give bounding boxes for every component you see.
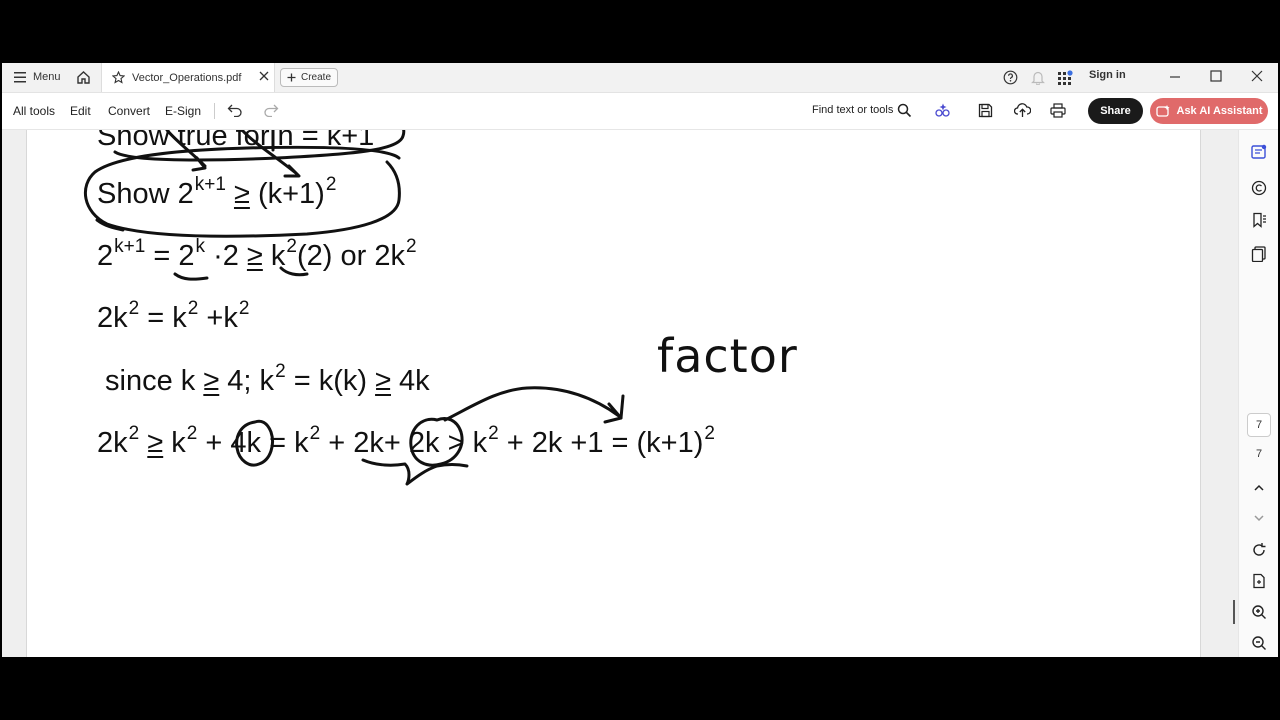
home-icon [77, 71, 90, 84]
tab-bar: Menu Vector_Operations.pdf Create Sign i… [2, 63, 1278, 93]
create-button[interactable]: Create [280, 68, 338, 87]
upload-button[interactable] [1014, 102, 1031, 118]
fit-page-icon[interactable] [1251, 573, 1267, 589]
ink-circle-4k [235, 419, 274, 467]
page-count: 7 [1255, 448, 1263, 460]
ink-tail [95, 218, 125, 232]
window-close-icon [1251, 70, 1263, 82]
bell-icon [1031, 71, 1045, 85]
save-icon [978, 103, 993, 118]
redo-icon [264, 104, 279, 117]
tab-title: Vector_Operations.pdf [132, 71, 242, 84]
ink-brace [361, 458, 469, 486]
maximize-icon [1210, 70, 1222, 82]
apps-button[interactable] [1058, 70, 1073, 85]
undo-icon [227, 104, 242, 117]
all-tools-button[interactable]: All tools [13, 104, 55, 118]
print-icon [1050, 103, 1066, 118]
chevron-down-icon[interactable] [1251, 510, 1267, 526]
tab-document[interactable]: Vector_Operations.pdf [101, 63, 275, 92]
notifications-button[interactable] [1031, 70, 1045, 85]
vertical-scrollbar-thumb[interactable] [1233, 600, 1235, 624]
print-button[interactable] [1050, 103, 1066, 118]
ai-assistant-icon [1155, 105, 1170, 117]
acrobat-window: Menu Vector_Operations.pdf Create Sign i… [2, 63, 1278, 657]
ink-underline-k2 [279, 266, 309, 277]
upload-icon [1014, 103, 1031, 117]
ai-assistant-label: Ask AI Assistant [1176, 105, 1263, 117]
apps-icon [1058, 70, 1073, 85]
home-button[interactable] [76, 70, 91, 85]
ai-assistant-button[interactable]: Ask AI Assistant [1150, 98, 1268, 124]
zoom-out-icon[interactable] [1251, 635, 1267, 651]
ai-tools-button[interactable] [934, 102, 951, 119]
bookmark-icon[interactable] [1251, 212, 1267, 228]
star-icon[interactable] [112, 71, 125, 84]
maximize-button[interactable] [1210, 70, 1222, 82]
ink-annotations [84, 130, 625, 486]
convert-button[interactable]: Convert [108, 104, 150, 118]
menu-icon [14, 71, 26, 82]
current-page-input[interactable]: 7 [1247, 413, 1271, 437]
ink-arrow-2 [240, 130, 301, 178]
right-panel: 7 7 [1233, 130, 1278, 657]
create-label: Create [300, 72, 331, 83]
minimize-icon [1170, 76, 1180, 78]
pages-icon[interactable] [1251, 246, 1267, 262]
share-button[interactable]: Share [1088, 98, 1143, 124]
find-tools-label[interactable]: Find text or tools [812, 104, 893, 116]
ink-curly-arrow [443, 386, 623, 424]
search-icon [897, 103, 912, 118]
chevron-up-icon[interactable] [1251, 480, 1267, 496]
help-icon [1003, 70, 1018, 85]
ink-circle-2k [409, 417, 464, 467]
close-icon [259, 71, 269, 81]
save-button[interactable] [978, 103, 993, 118]
help-button[interactable] [1003, 70, 1018, 85]
esign-button[interactable]: E-Sign [165, 104, 201, 118]
document-viewport: Show true for n = k+1 Show 2k+1 ≥ (k+1)2… [2, 130, 1238, 657]
menu-label: Menu [33, 71, 61, 83]
copyright-icon[interactable] [1251, 180, 1267, 196]
edit-button[interactable]: Edit [70, 104, 91, 118]
ink-underline-2k [173, 272, 209, 281]
close-tab-button[interactable] [259, 71, 269, 81]
sign-in-button[interactable]: Sign in [1089, 69, 1126, 81]
ink-arrowhead-tail [619, 394, 625, 420]
redo-button[interactable] [263, 103, 279, 117]
plus-icon [287, 73, 296, 82]
ai-sparkle-icon [935, 103, 950, 117]
comment-panel-icon[interactable] [1251, 144, 1267, 160]
window-close-button[interactable] [1251, 70, 1263, 82]
rotate-icon[interactable] [1251, 542, 1267, 558]
undo-button[interactable] [227, 103, 243, 117]
find-search-button[interactable] [897, 103, 912, 118]
main-toolbar: All tools Edit Convert E-Sign Find text … [2, 93, 1278, 130]
minimize-button[interactable] [1169, 71, 1181, 83]
toolbar-divider [214, 103, 215, 119]
pdf-page[interactable]: Show true for n = k+1 Show 2k+1 ≥ (k+1)2… [26, 130, 1201, 657]
menu-button[interactable]: Menu [14, 71, 61, 83]
zoom-in-icon[interactable] [1251, 604, 1267, 620]
